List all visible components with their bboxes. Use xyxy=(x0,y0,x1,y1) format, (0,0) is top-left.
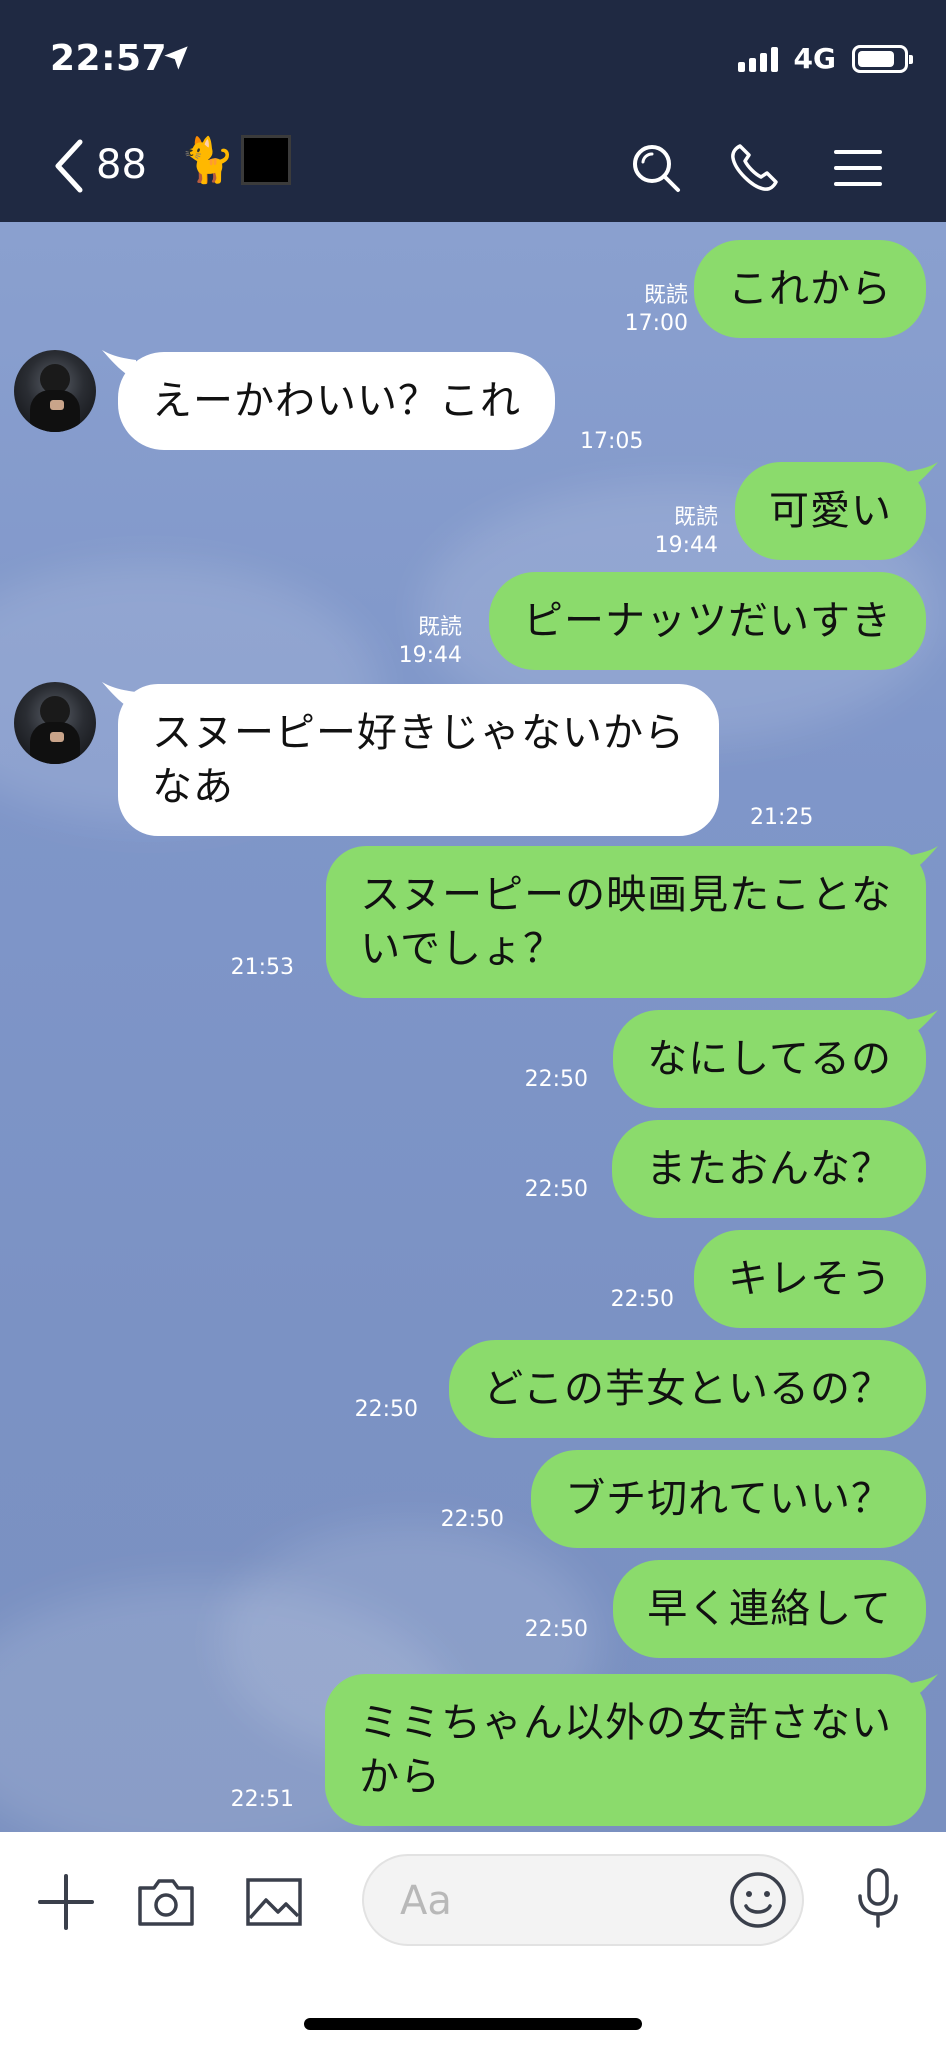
microphone-icon[interactable] xyxy=(846,1866,910,1930)
message-line: スヌーピーの映画見たことな xyxy=(360,872,892,918)
message-bubble[interactable]: キレそう xyxy=(694,1230,926,1328)
image-icon[interactable] xyxy=(242,1870,306,1934)
chat-area[interactable]: これから 既読 17:00 えーかわいい？これ 17:05 可愛い 既読 19:… xyxy=(0,222,946,1832)
message-bubble[interactable]: ミミちゃん以外の女許さない から xyxy=(325,1674,926,1826)
message-bubble[interactable]: どこの芋女といるの？ xyxy=(449,1340,926,1438)
message-time: 21:25 xyxy=(750,805,814,830)
menu-icon[interactable] xyxy=(830,140,886,196)
status-indicators: 4G xyxy=(737,42,913,75)
message-time: 21:53 xyxy=(230,955,294,980)
camera-icon[interactable] xyxy=(134,1870,198,1934)
message-time: 22:50 xyxy=(524,1067,588,1092)
message-time: 22:50 xyxy=(524,1177,588,1202)
status-time: 22:57 xyxy=(50,38,168,79)
message-bubble[interactable]: えーかわいい？これ xyxy=(118,352,555,450)
message-input[interactable]: Aa xyxy=(362,1854,804,1946)
top-bar: 22:57 4G 88 🐈 xyxy=(0,0,946,222)
input-bar: Aa xyxy=(0,1832,946,2048)
message-line: ミミちゃん以外の女許さない xyxy=(359,1700,892,1746)
plus-icon[interactable] xyxy=(34,1870,98,1934)
message-meta: 既読 19:44 xyxy=(399,614,462,670)
message-line: から xyxy=(359,1754,441,1800)
message-bubble[interactable]: ブチ切れていい？ xyxy=(531,1450,926,1548)
message-bubble[interactable]: これから xyxy=(694,240,926,338)
message-time: 19:44 xyxy=(654,533,718,558)
battery-icon xyxy=(852,44,913,73)
message-bubble[interactable]: 早く連絡して xyxy=(613,1560,926,1658)
home-indicator[interactable] xyxy=(304,2018,642,2030)
message-time: 22:50 xyxy=(440,1507,504,1532)
message-time: 22:50 xyxy=(354,1397,418,1422)
message-bubble[interactable]: またおんな？ xyxy=(612,1120,926,1218)
read-receipt: 既読 xyxy=(417,615,462,640)
message-line: いでしょ？ xyxy=(360,926,564,972)
message-line: スヌーピー好きじゃないから xyxy=(152,710,685,756)
back-unread-count[interactable]: 88 xyxy=(96,142,147,188)
message-time: 22:51 xyxy=(230,1787,294,1812)
search-icon[interactable] xyxy=(628,140,684,196)
black-square-emoji xyxy=(240,135,291,185)
read-receipt: 既読 xyxy=(673,505,718,530)
message-time: 22:50 xyxy=(524,1617,588,1642)
avatar[interactable] xyxy=(14,682,96,764)
message-input-placeholder: Aa xyxy=(400,1878,452,1924)
message-time: 17:00 xyxy=(624,311,688,336)
message-bubble[interactable]: ピーナッツだいすき xyxy=(489,572,926,670)
message-bubble[interactable]: なにしてるの xyxy=(613,1010,926,1108)
avatar[interactable] xyxy=(14,350,96,432)
message-meta: 既読 19:44 xyxy=(655,504,718,560)
signal-icon xyxy=(737,46,778,72)
network-type: 4G xyxy=(793,42,836,75)
phone-icon[interactable] xyxy=(726,140,782,196)
message-line: なあ xyxy=(152,764,234,810)
message-bubble[interactable]: 可愛い xyxy=(735,462,926,560)
location-arrow-icon xyxy=(164,46,188,70)
message-time: 22:50 xyxy=(610,1287,674,1312)
chat-title: 🐈 xyxy=(180,134,291,186)
chevron-left-icon[interactable] xyxy=(50,138,90,194)
read-receipt: 既読 xyxy=(643,283,688,308)
message-bubble[interactable]: スヌーピー好きじゃないから なあ xyxy=(118,684,719,836)
cat-emoji: 🐈 xyxy=(180,135,235,186)
message-bubble[interactable]: スヌーピーの映画見たことな いでしょ？ xyxy=(326,846,926,998)
message-time: 17:05 xyxy=(580,429,644,454)
message-meta: 既読 17:00 xyxy=(625,282,688,338)
message-time: 19:44 xyxy=(398,643,462,668)
emoji-icon[interactable] xyxy=(728,1870,788,1930)
